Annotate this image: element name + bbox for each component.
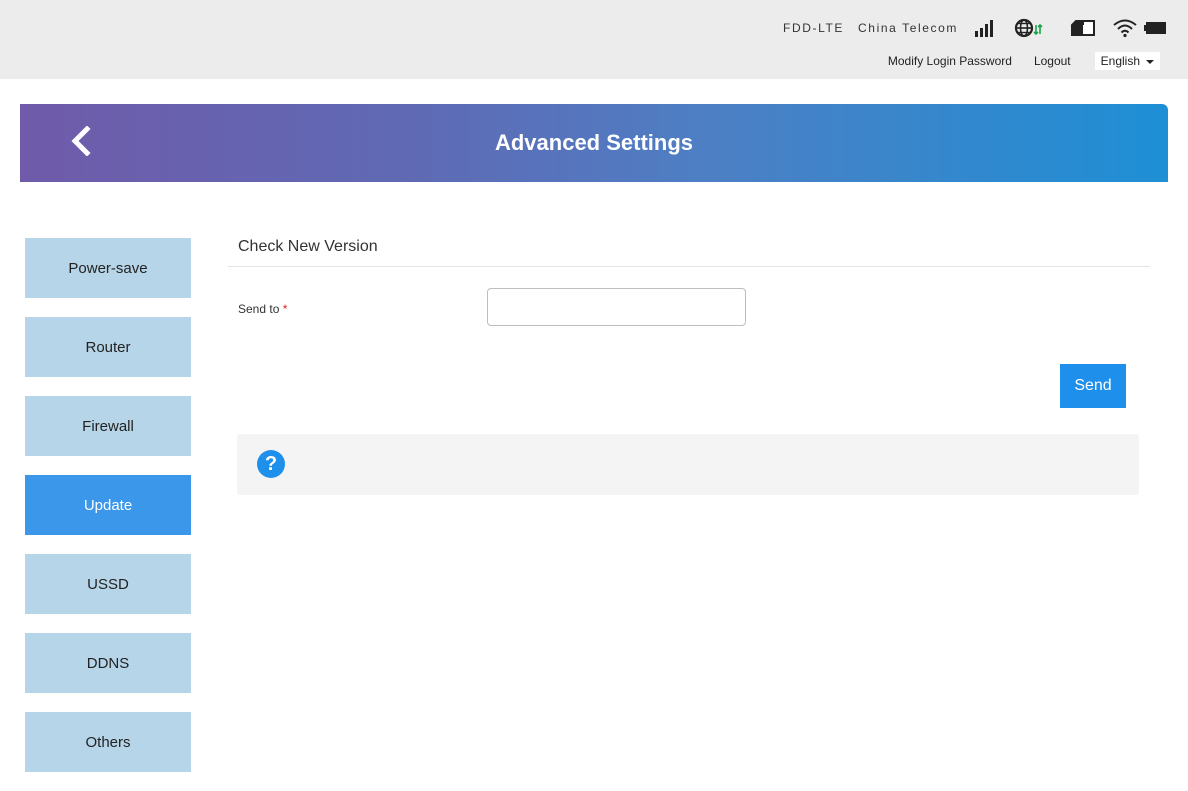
sidebar: Power-save Router Firewall Update USSD D… — [25, 238, 191, 791]
globe-data-icon — [1014, 17, 1044, 39]
language-select[interactable]: English — [1094, 52, 1160, 70]
modify-password-link[interactable]: Modify Login Password — [888, 54, 1012, 68]
page-banner: Advanced Settings — [20, 104, 1168, 182]
sidebar-item-ddns[interactable]: DDNS — [25, 633, 191, 693]
top-status-bar: FDD-LTE China Telecom Modify Login Passw… — [0, 0, 1188, 79]
required-marker: * — [282, 302, 288, 316]
carrier-name: China Telecom — [858, 21, 958, 35]
wifi-icon — [1112, 18, 1138, 38]
signal-bars-icon — [974, 18, 998, 38]
section-title: Check New Version — [228, 228, 1150, 267]
help-icon[interactable]: ? — [257, 450, 285, 478]
main-panel: Check New Version Send to * Send ? — [228, 228, 1150, 495]
send-button[interactable]: Send — [1060, 364, 1126, 408]
sidebar-item-update[interactable]: Update — [25, 475, 191, 535]
sidebar-item-ussd[interactable]: USSD — [25, 554, 191, 614]
sidebar-item-firewall[interactable]: Firewall — [25, 396, 191, 456]
help-box: ? — [237, 434, 1139, 495]
status-row: FDD-LTE China Telecom — [783, 14, 1168, 42]
sidebar-item-router[interactable]: Router — [25, 317, 191, 377]
send-to-label-text: Send to — [238, 302, 280, 316]
header-links: Modify Login Password Logout English — [888, 52, 1160, 70]
chevron-down-icon — [1146, 54, 1154, 68]
page-title: Advanced Settings — [494, 130, 694, 155]
logout-link[interactable]: Logout — [1034, 54, 1071, 68]
sidebar-item-others[interactable]: Others — [25, 712, 191, 772]
send-to-input[interactable] — [487, 288, 746, 326]
battery-icon — [1144, 20, 1168, 36]
send-to-label: Send to * — [238, 302, 287, 316]
network-type: FDD-LTE — [783, 21, 845, 35]
sim-card-icon — [1070, 19, 1096, 37]
sidebar-item-power-save[interactable]: Power-save — [25, 238, 191, 298]
language-value: English — [1100, 54, 1140, 68]
